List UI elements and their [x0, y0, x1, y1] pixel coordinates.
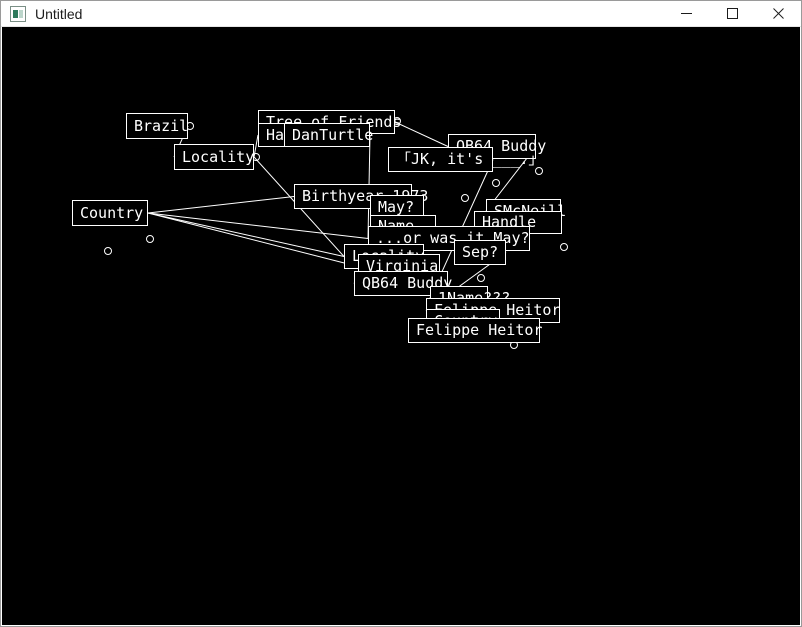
graph-node-label: 「JK, it's ___.」	[396, 150, 544, 168]
graph-edge	[147, 212, 359, 267]
graph-node-label: Brazil	[134, 116, 189, 135]
connector-port[interactable]	[146, 235, 154, 243]
graph-node-jk-its[interactable]: 「JK, it's ___.」	[388, 147, 543, 172]
graph-edge	[147, 196, 295, 214]
graph-edge	[147, 212, 369, 239]
app-window: Untitled Brazil Tree of Friends Ham DanTurt…	[0, 0, 802, 627]
graph-node-label: Locality	[182, 147, 255, 166]
connector-port[interactable]	[477, 274, 485, 282]
connector-port[interactable]	[560, 243, 568, 251]
minimize-icon	[680, 13, 692, 14]
graph-node-brazil[interactable]: Brazil	[126, 113, 188, 139]
graph-node-label: DanTurtle	[292, 125, 374, 144]
graph-node-danturtle[interactable]: DanTurtle	[284, 123, 374, 147]
window-titlebar[interactable]: Untitled	[1, 1, 801, 27]
graph-node-label: Country	[80, 203, 144, 222]
maximize-icon	[726, 8, 738, 19]
graph-canvas[interactable]: Brazil Tree of Friends Ham DanTurtle Localit…	[2, 27, 800, 625]
graph-edge	[394, 121, 449, 147]
maximize-button[interactable]	[709, 1, 755, 26]
connector-port[interactable]	[535, 167, 543, 175]
close-button[interactable]	[755, 1, 801, 26]
connector-port[interactable]	[104, 247, 112, 255]
graph-node-label: Felippe Heitor	[416, 321, 543, 339]
connector-port[interactable]	[492, 179, 500, 187]
connector-port[interactable]	[461, 194, 469, 202]
graph-node-country-left[interactable]: Country	[72, 200, 148, 226]
graph-node-label: Sep?	[462, 243, 499, 261]
graph-node-felippe-heitor-b[interactable]: Felippe Heitor	[408, 318, 543, 343]
graph-node-locality-top[interactable]: Locality	[174, 144, 254, 170]
graph-node-label: May?	[378, 198, 415, 216]
close-icon	[772, 8, 784, 19]
window-title: Untitled	[35, 5, 83, 22]
graph-edge	[147, 212, 345, 257]
graph-node-sep-q[interactable]: Sep?	[454, 240, 506, 265]
minimize-button[interactable]	[663, 1, 709, 26]
app-icon	[10, 5, 26, 22]
